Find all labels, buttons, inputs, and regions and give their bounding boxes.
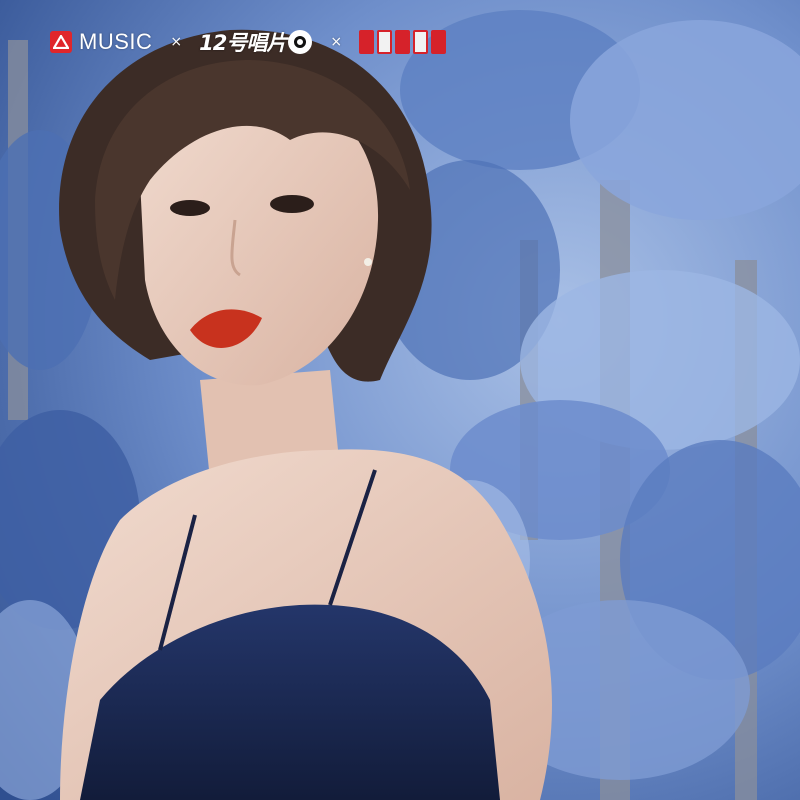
label-logo: 12号唱片 [199, 27, 313, 57]
red-triangle-logo-icon [50, 31, 72, 53]
brand-name: MUSIC [79, 29, 153, 54]
seal-char-3 [395, 30, 411, 54]
logo-bar: MUSIC × 12号唱片 × [50, 27, 447, 57]
collab-separator: × [170, 34, 183, 50]
right-eye [270, 195, 314, 213]
vinyl-disc-icon [288, 30, 313, 54]
earring [364, 258, 372, 266]
collab-separator-2: × [330, 34, 343, 50]
triangle-icon [53, 35, 69, 49]
seal-char-4 [413, 30, 429, 54]
seal-char-1 [359, 30, 375, 54]
seal-char-2 [377, 30, 393, 54]
cover-photo [0, 0, 800, 800]
red-seal-stamp-icon [359, 30, 447, 54]
album-cover: MUSIC × 12号唱片 × [0, 0, 800, 800]
label-name: 12号唱片 [199, 31, 287, 55]
seal-char-5 [431, 30, 447, 54]
music-brand-logo: MUSIC [50, 29, 152, 55]
left-eye [170, 200, 210, 216]
